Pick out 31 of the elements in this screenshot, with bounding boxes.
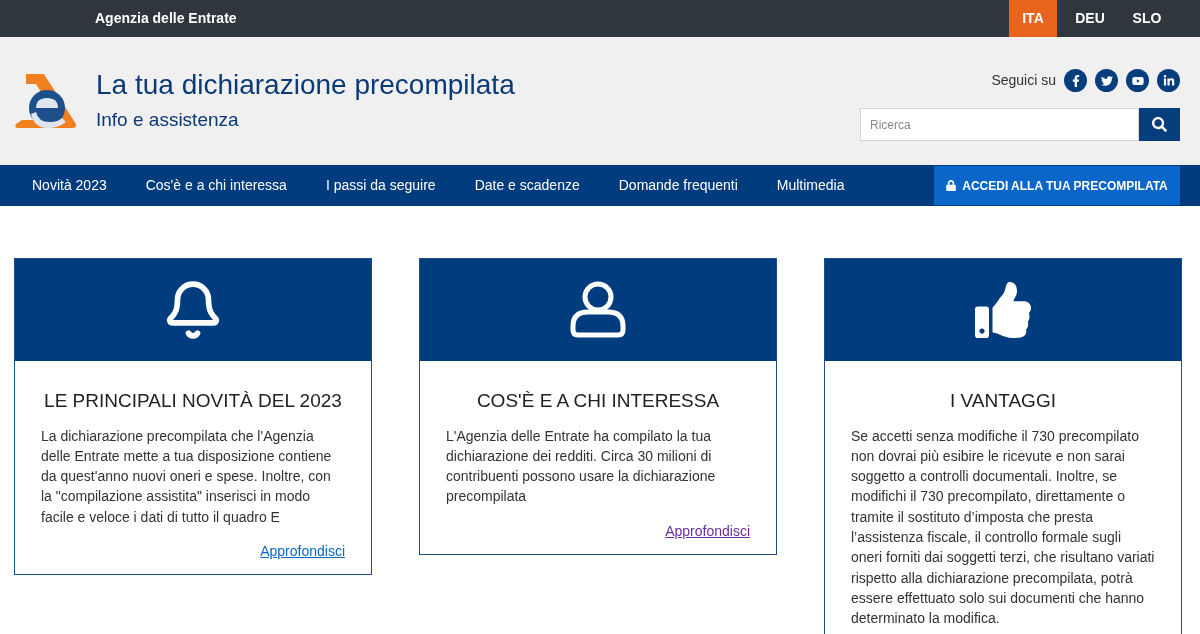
site-subtitle: Info e assistenza [96, 107, 240, 132]
nav-link[interactable]: I passi da seguire [325, 175, 436, 196]
card-text: Se accetti senza modifiche il 730 precompilato non dovrai più esibire le ricevute e non sarai soggetto a controlli documentali. Inoltre, se modifichi il 730 precompilato, direttamente o tramite il sostituto d’imposta che presta l’assistenza fiscale, il controllo formale sugli oneri forniti dai soggetti terzi, che risultano variati rispetto alla dichiarazione precompilata, potrà essere effettuato solo sui documenti che hanno determinato la modifica. [851, 426, 1155, 629]
nav-link[interactable]: Date e scadenze [474, 175, 580, 196]
card-text: L'Agenzia delle Entrate ha compilato la tua dichiarazione dei redditi. Circa 30 milioni di contribuenti possono usare la dichiarazione precompilata [446, 426, 717, 507]
language-tab[interactable]: SLO [1123, 0, 1171, 37]
search-field[interactable]: Ricerca [860, 108, 1139, 141]
read-more-link[interactable]: Approfondisci [260, 541, 345, 562]
user-icon [570, 280, 626, 340]
linkedin-icon[interactable] [1157, 69, 1180, 92]
follow-label: Seguici su [991, 71, 1056, 90]
nav-link[interactable]: Cos'è e a chi interessa [145, 175, 287, 196]
card-title: COS'È E A CHI INTERESSA [475, 389, 721, 413]
card-title: I VANTAGGI [949, 389, 1057, 413]
youtube-icon[interactable] [1126, 69, 1149, 92]
nav-link[interactable]: Multimedia [776, 175, 845, 196]
card-text: La dichiarazione precompilata che l'Agenzia delle Entrate mette a tua disposizione contiene da quest'anno nuovi oneri e spese. Inoltre, con la "compilazione assistita" inserisci in modo facile e veloce i dati di tutto il quadro E [41, 426, 333, 527]
search-button[interactable] [1139, 108, 1180, 141]
lock-icon [946, 180, 957, 191]
search-icon [1152, 117, 1167, 132]
language-tab[interactable]: DEU [1066, 0, 1114, 37]
thumbs-up-icon [975, 282, 1031, 338]
nav-link[interactable]: Domande frequenti [618, 175, 738, 196]
twitter-icon[interactable] [1095, 69, 1118, 92]
nav-link[interactable]: Novità 2023 [32, 175, 107, 196]
card-title: LE PRINCIPALI NOVITÀ DEL 2023 [43, 389, 343, 413]
facebook-icon[interactable] [1064, 69, 1087, 92]
site-title: La tua dichiarazione precompilata [96, 67, 515, 102]
read-more-link[interactable]: Approfondisci [665, 520, 750, 542]
brand-link[interactable]: Agenzia delle Entrate [95, 8, 237, 29]
login-button[interactable]: ACCEDI ALLA TUA PRECOMPILATA [934, 166, 1180, 205]
